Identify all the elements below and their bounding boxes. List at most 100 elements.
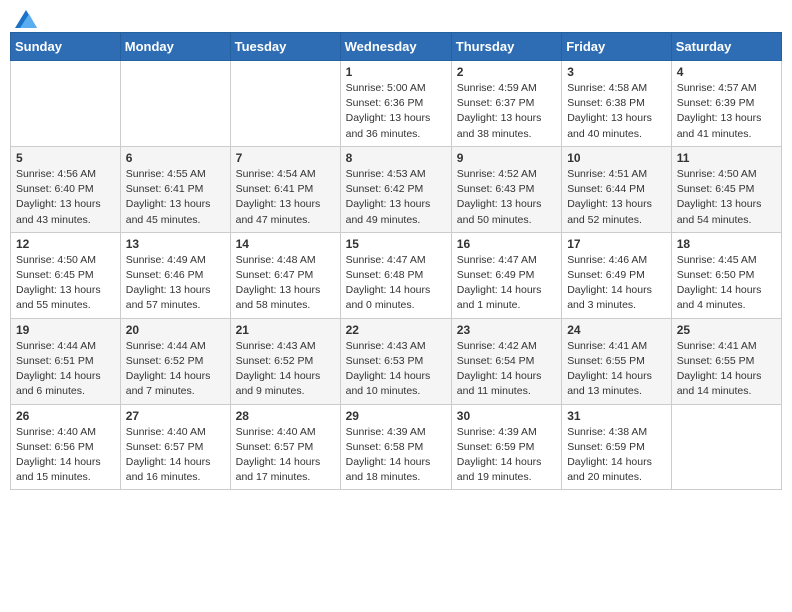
day-info: Sunrise: 4:50 AM Sunset: 6:45 PM Dayligh…	[677, 167, 776, 228]
day-number: 5	[16, 151, 115, 165]
page-header	[10, 10, 782, 24]
calendar-week-row: 1 Sunrise: 5:00 AM Sunset: 6:36 PM Daylig…	[11, 61, 782, 147]
day-number: 15	[346, 237, 446, 251]
logo	[14, 10, 37, 24]
day-of-week-header: Sunday	[11, 33, 121, 61]
day-info: Sunrise: 4:42 AM Sunset: 6:54 PM Dayligh…	[457, 339, 556, 400]
calendar-cell: 29Sunrise: 4:39 AM Sunset: 6:58 PM Dayli…	[340, 404, 451, 490]
calendar-cell: 17 Sunrise: 4:46 AM Sunset: 6:49 PM Dayli…	[562, 232, 672, 318]
day-info: Sunrise: 5:00 AM Sunset: 6:36 PM Dayligh…	[346, 81, 446, 142]
day-number: 14	[236, 237, 335, 251]
day-of-week-header: Saturday	[671, 33, 781, 61]
day-number: 18	[677, 237, 776, 251]
calendar-cell: 7 Sunrise: 4:54 AM Sunset: 6:41 PM Daylig…	[230, 146, 340, 232]
day-number: 11	[677, 151, 776, 165]
day-info: Sunrise: 4:46 AM Sunset: 6:49 PM Dayligh…	[567, 253, 666, 314]
day-of-week-header: Tuesday	[230, 33, 340, 61]
calendar-cell: 2 Sunrise: 4:59 AM Sunset: 6:37 PM Daylig…	[451, 61, 561, 147]
day-info: Sunrise: 4:44 AM Sunset: 6:52 PM Dayligh…	[126, 339, 225, 400]
day-info: Sunrise: 4:58 AM Sunset: 6:38 PM Dayligh…	[567, 81, 666, 142]
day-info: Sunrise: 4:50 AM Sunset: 6:45 PM Dayligh…	[16, 253, 115, 314]
calendar-cell: 14 Sunrise: 4:48 AM Sunset: 6:47 PM Dayli…	[230, 232, 340, 318]
calendar-cell	[230, 61, 340, 147]
day-number: 12	[16, 237, 115, 251]
day-number: 8	[346, 151, 446, 165]
calendar-cell: 19 Sunrise: 4:44 AM Sunset: 6:51 PM Dayli…	[11, 318, 121, 404]
calendar-cell: 23 Sunrise: 4:42 AM Sunset: 6:54 PM Dayli…	[451, 318, 561, 404]
calendar-cell: 12 Sunrise: 4:50 AM Sunset: 6:45 PM Dayli…	[11, 232, 121, 318]
day-info: Sunrise: 4:53 AM Sunset: 6:42 PM Dayligh…	[346, 167, 446, 228]
calendar-week-row: 5 Sunrise: 4:56 AM Sunset: 6:40 PM Daylig…	[11, 146, 782, 232]
day-number: 1	[346, 65, 446, 79]
day-number: 31	[567, 409, 666, 423]
calendar-cell	[120, 61, 230, 147]
day-number: 17	[567, 237, 666, 251]
day-info: Sunrise: 4:47 AM Sunset: 6:48 PM Dayligh…	[346, 253, 446, 314]
day-number: 13	[126, 237, 225, 251]
day-number: 27	[126, 409, 225, 423]
day-of-week-header: Friday	[562, 33, 672, 61]
calendar-header-row: SundayMondayTuesdayWednesdayThursdayFrid…	[11, 33, 782, 61]
day-number: 30	[457, 409, 556, 423]
calendar-week-row: 12 Sunrise: 4:50 AM Sunset: 6:45 PM Dayli…	[11, 232, 782, 318]
day-info: Sunrise: 4:57 AM Sunset: 6:39 PM Dayligh…	[677, 81, 776, 142]
day-info: Sunrise: 4:41 AM Sunset: 6:55 PM Dayligh…	[677, 339, 776, 400]
calendar-table: SundayMondayTuesdayWednesdayThursdayFrid…	[10, 32, 782, 490]
calendar-week-row: 26Sunrise: 4:40 AM Sunset: 6:56 PM Dayli…	[11, 404, 782, 490]
day-of-week-header: Thursday	[451, 33, 561, 61]
day-number: 20	[126, 323, 225, 337]
calendar-cell: 9Sunrise: 4:52 AM Sunset: 6:43 PM Daylig…	[451, 146, 561, 232]
calendar-cell: 25 Sunrise: 4:41 AM Sunset: 6:55 PM Dayli…	[671, 318, 781, 404]
day-info: Sunrise: 4:56 AM Sunset: 6:40 PM Dayligh…	[16, 167, 115, 228]
calendar-cell: 30 Sunrise: 4:39 AM Sunset: 6:59 PM Dayli…	[451, 404, 561, 490]
day-info: Sunrise: 4:39 AM Sunset: 6:58 PM Dayligh…	[346, 425, 446, 486]
day-info: Sunrise: 4:59 AM Sunset: 6:37 PM Dayligh…	[457, 81, 556, 142]
day-info: Sunrise: 4:43 AM Sunset: 6:52 PM Dayligh…	[236, 339, 335, 400]
day-number: 28	[236, 409, 335, 423]
day-of-week-header: Wednesday	[340, 33, 451, 61]
day-number: 6	[126, 151, 225, 165]
day-number: 23	[457, 323, 556, 337]
day-info: Sunrise: 4:39 AM Sunset: 6:59 PM Dayligh…	[457, 425, 556, 486]
day-info: Sunrise: 4:45 AM Sunset: 6:50 PM Dayligh…	[677, 253, 776, 314]
calendar-cell: 1 Sunrise: 5:00 AM Sunset: 6:36 PM Daylig…	[340, 61, 451, 147]
calendar-cell: 4 Sunrise: 4:57 AM Sunset: 6:39 PM Daylig…	[671, 61, 781, 147]
day-number: 4	[677, 65, 776, 79]
calendar-cell: 26Sunrise: 4:40 AM Sunset: 6:56 PM Dayli…	[11, 404, 121, 490]
calendar-week-row: 19 Sunrise: 4:44 AM Sunset: 6:51 PM Dayli…	[11, 318, 782, 404]
day-info: Sunrise: 4:40 AM Sunset: 6:57 PM Dayligh…	[126, 425, 225, 486]
calendar-cell: 10Sunrise: 4:51 AM Sunset: 6:44 PM Dayli…	[562, 146, 672, 232]
calendar-cell	[671, 404, 781, 490]
day-number: 22	[346, 323, 446, 337]
calendar-cell: 24Sunrise: 4:41 AM Sunset: 6:55 PM Dayli…	[562, 318, 672, 404]
day-info: Sunrise: 4:40 AM Sunset: 6:57 PM Dayligh…	[236, 425, 335, 486]
day-number: 10	[567, 151, 666, 165]
day-number: 7	[236, 151, 335, 165]
day-info: Sunrise: 4:52 AM Sunset: 6:43 PM Dayligh…	[457, 167, 556, 228]
calendar-cell: 16Sunrise: 4:47 AM Sunset: 6:49 PM Dayli…	[451, 232, 561, 318]
calendar-cell: 5 Sunrise: 4:56 AM Sunset: 6:40 PM Daylig…	[11, 146, 121, 232]
day-number: 2	[457, 65, 556, 79]
calendar-cell: 3 Sunrise: 4:58 AM Sunset: 6:38 PM Daylig…	[562, 61, 672, 147]
day-info: Sunrise: 4:41 AM Sunset: 6:55 PM Dayligh…	[567, 339, 666, 400]
calendar-cell: 21 Sunrise: 4:43 AM Sunset: 6:52 PM Dayli…	[230, 318, 340, 404]
calendar-cell: 6Sunrise: 4:55 AM Sunset: 6:41 PM Daylig…	[120, 146, 230, 232]
day-number: 21	[236, 323, 335, 337]
calendar-cell	[11, 61, 121, 147]
logo-icon	[15, 10, 37, 28]
day-info: Sunrise: 4:43 AM Sunset: 6:53 PM Dayligh…	[346, 339, 446, 400]
calendar-cell: 8 Sunrise: 4:53 AM Sunset: 6:42 PM Daylig…	[340, 146, 451, 232]
calendar-cell: 20 Sunrise: 4:44 AM Sunset: 6:52 PM Dayli…	[120, 318, 230, 404]
day-info: Sunrise: 4:44 AM Sunset: 6:51 PM Dayligh…	[16, 339, 115, 400]
calendar-cell: 22 Sunrise: 4:43 AM Sunset: 6:53 PM Dayli…	[340, 318, 451, 404]
day-number: 25	[677, 323, 776, 337]
day-info: Sunrise: 4:47 AM Sunset: 6:49 PM Dayligh…	[457, 253, 556, 314]
day-info: Sunrise: 4:49 AM Sunset: 6:46 PM Dayligh…	[126, 253, 225, 314]
day-info: Sunrise: 4:54 AM Sunset: 6:41 PM Dayligh…	[236, 167, 335, 228]
calendar-cell: 11 Sunrise: 4:50 AM Sunset: 6:45 PM Dayli…	[671, 146, 781, 232]
day-number: 19	[16, 323, 115, 337]
day-number: 3	[567, 65, 666, 79]
calendar-cell: 18 Sunrise: 4:45 AM Sunset: 6:50 PM Dayli…	[671, 232, 781, 318]
day-info: Sunrise: 4:48 AM Sunset: 6:47 PM Dayligh…	[236, 253, 335, 314]
calendar-cell: 28 Sunrise: 4:40 AM Sunset: 6:57 PM Dayli…	[230, 404, 340, 490]
